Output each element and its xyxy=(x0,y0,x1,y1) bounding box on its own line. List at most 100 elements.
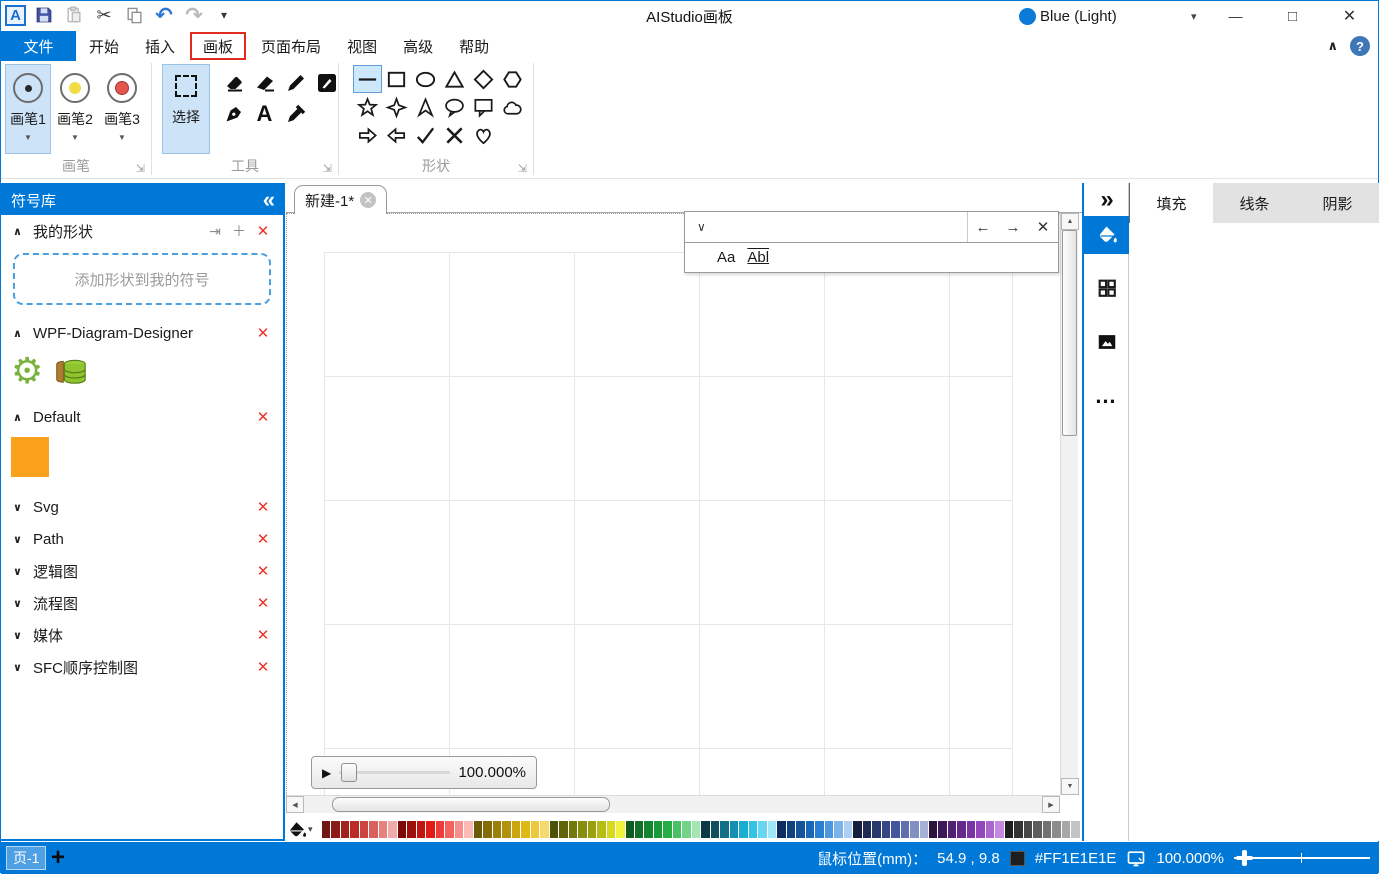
combo-chevron-down-icon[interactable]: ∨ xyxy=(685,220,718,234)
zoom-slider-thumb[interactable] xyxy=(341,763,357,782)
color-swatch[interactable] xyxy=(474,821,482,838)
brush-button-1[interactable]: 画笔1▼ xyxy=(5,64,51,154)
close-red-icon[interactable]: ✕ xyxy=(255,324,271,342)
sidebar-section-7[interactable]: ∨媒体✕ xyxy=(1,619,283,651)
color-swatch[interactable] xyxy=(872,821,880,838)
grid-icon[interactable] xyxy=(1084,268,1129,308)
orange-rect-shape-item[interactable] xyxy=(11,437,49,477)
find-next-icon[interactable]: → xyxy=(998,212,1028,242)
color-swatch[interactable] xyxy=(701,821,709,838)
color-swatch[interactable] xyxy=(626,821,634,838)
find-input[interactable] xyxy=(718,212,967,242)
shape-callout-ellipse-icon[interactable] xyxy=(440,93,469,121)
color-swatch[interactable] xyxy=(673,821,681,838)
sidebar-section-8[interactable]: ∨SFC顺序控制图✕ xyxy=(1,651,283,683)
marker-icon[interactable] xyxy=(313,69,340,96)
color-swatch[interactable] xyxy=(559,821,567,838)
gear-shape-item[interactable]: ⚙ xyxy=(11,353,43,389)
help-icon[interactable]: ? xyxy=(1350,36,1370,56)
sidebar-section-5[interactable]: ∨逻辑图✕ xyxy=(1,555,283,587)
color-swatch[interactable] xyxy=(436,821,444,838)
color-swatch[interactable] xyxy=(891,821,899,838)
color-swatch[interactable] xyxy=(806,821,814,838)
shape-cloud-icon[interactable] xyxy=(498,93,527,121)
color-swatch[interactable] xyxy=(502,821,510,838)
color-swatch[interactable] xyxy=(901,821,909,838)
page-tab[interactable]: 页-1 xyxy=(6,846,46,870)
minimize-button[interactable]: — xyxy=(1207,1,1264,31)
horizontal-scroll-thumb[interactable] xyxy=(332,797,610,812)
color-swatch[interactable] xyxy=(1071,821,1079,838)
chevron-up-icon[interactable]: ∧ xyxy=(13,225,25,238)
color-swatch[interactable] xyxy=(986,821,994,838)
chevron-up-icon[interactable]: ∧ xyxy=(13,327,25,340)
color-swatch[interactable] xyxy=(350,821,358,838)
export-icon[interactable]: ⇥ xyxy=(207,223,223,240)
scroll-up-icon[interactable]: ▲ xyxy=(1061,213,1079,230)
app-logo[interactable]: A xyxy=(5,5,26,26)
zoom-slider[interactable] xyxy=(339,771,450,774)
menu-tab-5[interactable]: 高级 xyxy=(390,31,446,61)
color-swatch[interactable] xyxy=(379,821,387,838)
redo-icon[interactable]: ↷ xyxy=(182,3,206,27)
save-icon[interactable] xyxy=(32,3,56,27)
tab-close-icon[interactable]: ✕ xyxy=(360,192,376,208)
close-red-icon[interactable]: ✕ xyxy=(255,658,271,676)
chevron-down-icon[interactable]: ▼ xyxy=(71,133,79,142)
shape-hexagon-icon[interactable] xyxy=(498,65,527,93)
color-swatch[interactable] xyxy=(445,821,453,838)
fill-bucket-icon[interactable] xyxy=(286,818,308,842)
color-swatch[interactable] xyxy=(796,821,804,838)
scroll-left-icon[interactable]: ◀ xyxy=(286,796,304,813)
sidebar-section-2[interactable]: ∧Default✕ xyxy=(1,401,283,433)
close-button[interactable]: ✕ xyxy=(1321,1,1378,31)
chevron-down-icon[interactable]: ∨ xyxy=(13,533,25,546)
shape-cross-icon[interactable] xyxy=(440,121,469,149)
color-swatch[interactable] xyxy=(569,821,577,838)
color-swatch[interactable] xyxy=(692,821,700,838)
color-swatch[interactable] xyxy=(787,821,795,838)
color-swatch[interactable] xyxy=(531,821,539,838)
shape-star-4-icon[interactable] xyxy=(382,93,411,121)
scroll-right-icon[interactable]: ▶ xyxy=(1042,796,1060,813)
sidebar-section-1[interactable]: ∧WPF-Diagram-Designer✕ xyxy=(1,317,283,349)
close-red-icon[interactable]: ✕ xyxy=(255,626,271,644)
menu-tab-2[interactable]: 画板 xyxy=(190,32,246,60)
status-zoom-thumb[interactable] xyxy=(1242,850,1247,866)
color-swatch[interactable] xyxy=(464,821,472,838)
shape-line-icon[interactable] xyxy=(353,65,382,93)
collapse-ribbon-icon[interactable]: ∧ xyxy=(1327,38,1338,54)
undo-icon[interactable]: ↶ xyxy=(152,3,176,27)
pen-nib-icon[interactable] xyxy=(220,100,247,127)
color-swatch[interactable] xyxy=(588,821,596,838)
eraser-wedge-icon[interactable] xyxy=(251,69,278,96)
sidebar-section-3[interactable]: ∨Svg✕ xyxy=(1,491,283,523)
color-swatch[interactable] xyxy=(1043,821,1051,838)
color-swatch[interactable] xyxy=(369,821,377,838)
menu-tab-0[interactable]: 开始 xyxy=(76,31,132,61)
more-dots-icon[interactable]: … xyxy=(1084,376,1129,416)
chevron-up-icon[interactable]: ∧ xyxy=(13,411,25,424)
color-swatch[interactable] xyxy=(635,821,643,838)
dialog-launcher-icon[interactable]: ⇲ xyxy=(323,162,332,175)
color-swatch[interactable] xyxy=(426,821,434,838)
color-swatch[interactable] xyxy=(739,821,747,838)
color-swatch[interactable] xyxy=(682,821,690,838)
color-swatch[interactable] xyxy=(1033,821,1041,838)
chevron-down-icon[interactable]: ▼ xyxy=(24,133,32,142)
color-swatch[interactable] xyxy=(398,821,406,838)
chevron-down-icon[interactable]: ∨ xyxy=(13,501,25,514)
color-swatch[interactable] xyxy=(777,821,785,838)
menu-tab-1[interactable]: 插入 xyxy=(132,31,188,61)
color-swatch[interactable] xyxy=(341,821,349,838)
sidebar-section-4[interactable]: ∨Path✕ xyxy=(1,523,283,555)
color-swatch[interactable] xyxy=(825,821,833,838)
color-swatch[interactable] xyxy=(616,821,624,838)
color-swatch[interactable] xyxy=(834,821,842,838)
color-swatch[interactable] xyxy=(910,821,918,838)
color-swatch[interactable] xyxy=(815,821,823,838)
theme-selector[interactable]: Blue (Light) xyxy=(1019,1,1117,31)
dialog-launcher-icon[interactable]: ⇲ xyxy=(136,162,145,175)
color-swatch[interactable] xyxy=(1062,821,1070,838)
chevron-down-icon[interactable]: ∨ xyxy=(13,597,25,610)
